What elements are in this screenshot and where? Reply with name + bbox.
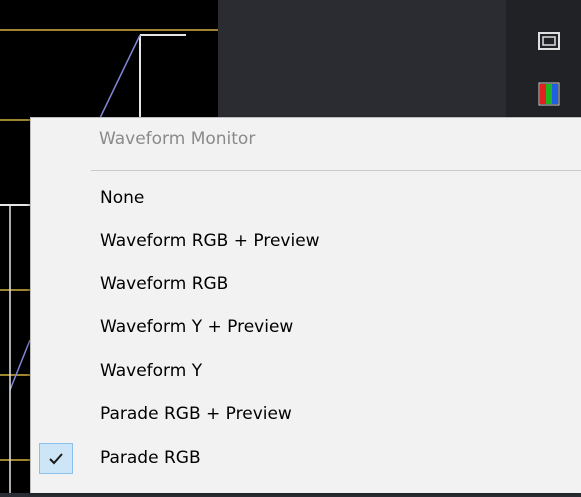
single-view-icon[interactable] xyxy=(535,27,563,55)
menu-item-label: Waveform Y xyxy=(100,361,203,381)
menu-item-label: Waveform RGB xyxy=(100,274,229,294)
scope-trace xyxy=(99,34,141,119)
rgb-parade-icon[interactable] xyxy=(535,80,563,108)
menu-item-waveform-y[interactable]: Waveform Y xyxy=(32,352,581,393)
menu-header: Waveform Monitor xyxy=(99,129,256,149)
menu-item-none[interactable]: None xyxy=(32,179,581,220)
scope-trace xyxy=(9,339,31,391)
menu-item-label: Waveform RGB + Preview xyxy=(100,231,320,251)
menu-item-parade-rgb[interactable]: Parade RGB xyxy=(32,439,581,480)
menu-item-label: Waveform Y + Preview xyxy=(100,317,294,337)
menu-separator xyxy=(91,170,581,171)
menu-item-label: Parade RGB xyxy=(100,448,201,468)
waveform-context-menu: Waveform Monitor None Waveform RGB + Pre… xyxy=(30,117,581,493)
checkmark-icon xyxy=(39,443,73,474)
menu-item-waveform-rgb[interactable]: Waveform RGB xyxy=(32,265,581,306)
menu-item-waveform-rgb-preview[interactable]: Waveform RGB + Preview xyxy=(32,222,581,263)
menu-item-label: None xyxy=(100,188,145,208)
menu-item-waveform-y-preview[interactable]: Waveform Y + Preview xyxy=(32,308,581,349)
menu-item-label: Parade RGB + Preview xyxy=(100,404,292,424)
menu-item-parade-rgb-preview[interactable]: Parade RGB + Preview xyxy=(32,395,581,436)
